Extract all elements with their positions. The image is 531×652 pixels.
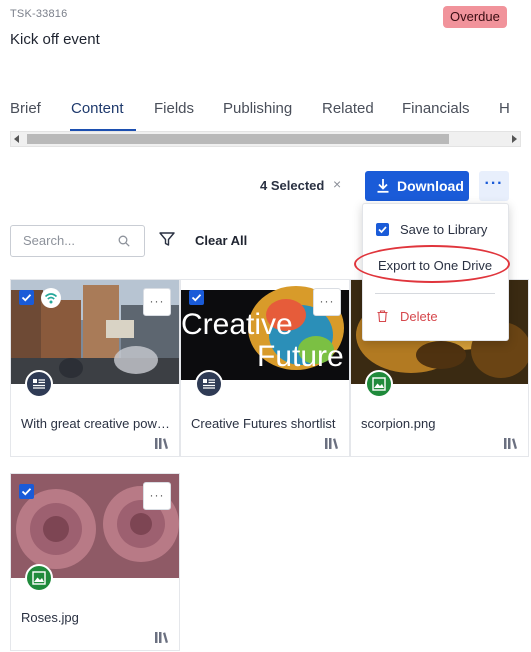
asset-name: scorpion.png (361, 416, 436, 431)
card-menu-button[interactable]: ··· (143, 288, 171, 316)
trash-icon (377, 310, 388, 322)
tab-fields[interactable]: Fields (154, 100, 194, 131)
asset-name: Roses.jpg (21, 610, 79, 625)
library-icon (325, 438, 338, 449)
select-checkbox[interactable] (189, 290, 204, 305)
document-type-icon (195, 370, 223, 398)
asset-name: Creative Futures shortlist (191, 416, 336, 431)
library-icon (155, 438, 168, 449)
library-icon (504, 438, 517, 449)
selected-count: 4 Selected (260, 178, 325, 193)
asset-name: With great creative power comes great re… (21, 416, 171, 431)
thumbnail-text-creative: Creative (181, 308, 293, 341)
more-actions-button[interactable]: ··· (479, 171, 509, 201)
tab-publishing[interactable]: Publishing (223, 100, 292, 131)
tab-h[interactable]: H (499, 100, 510, 131)
menu-item-label: Export to One Drive (378, 258, 493, 273)
search-box[interactable] (10, 225, 145, 257)
asset-card[interactable]: ··· With great creative power comes grea… (10, 279, 180, 457)
filter-icon[interactable] (158, 230, 176, 248)
thumbnail-text-future: Future (257, 340, 344, 373)
clear-all-button[interactable]: Clear All (195, 233, 247, 248)
download-label: Download (397, 178, 464, 194)
tab-brief[interactable]: Brief (10, 100, 41, 131)
scroll-right-icon[interactable] (512, 135, 517, 143)
card-menu-button[interactable]: ··· (143, 482, 171, 510)
asset-card[interactable]: Creative Future ··· Creative Futures sho… (180, 279, 350, 457)
tabs-scrollbar[interactable] (10, 131, 521, 147)
tab-financials[interactable]: Financials (402, 100, 470, 131)
document-type-icon (25, 370, 53, 398)
tab-bar: Brief Content Fields Publishing Related … (10, 100, 531, 131)
download-icon (377, 179, 389, 193)
asset-card[interactable]: ··· Roses.jpg (10, 473, 180, 651)
download-button[interactable]: Download (365, 171, 469, 201)
menu-item-save-to-library[interactable]: Save to Library (363, 214, 510, 244)
scroll-left-icon[interactable] (14, 135, 19, 143)
select-checkbox[interactable] (19, 290, 34, 305)
library-icon (155, 632, 168, 643)
menu-divider (375, 293, 495, 294)
image-type-icon (25, 564, 53, 592)
search-icon (118, 235, 130, 247)
checkbox-icon (376, 223, 389, 236)
menu-item-export-to-one-drive[interactable]: Export to One Drive (363, 250, 510, 280)
image-type-icon (365, 370, 393, 398)
select-checkbox[interactable] (19, 484, 34, 499)
task-title: Kick off event (10, 31, 100, 48)
tab-content[interactable]: Content (71, 100, 124, 131)
task-id: TSK-33816 (10, 8, 68, 20)
status-badge: Overdue (443, 6, 507, 28)
clear-selection-icon[interactable]: × (333, 176, 341, 192)
search-input[interactable] (23, 233, 113, 248)
more-actions-menu: Save to Library Export to One Drive Dele… (362, 203, 509, 341)
card-menu-button[interactable]: ··· (313, 288, 341, 316)
menu-item-delete[interactable]: Delete (363, 301, 510, 331)
menu-item-label: Save to Library (400, 222, 488, 237)
scrollbar-thumb[interactable] (27, 134, 449, 144)
menu-item-label: Delete (400, 309, 438, 324)
tab-related[interactable]: Related (322, 100, 374, 131)
linked-icon (41, 288, 61, 308)
